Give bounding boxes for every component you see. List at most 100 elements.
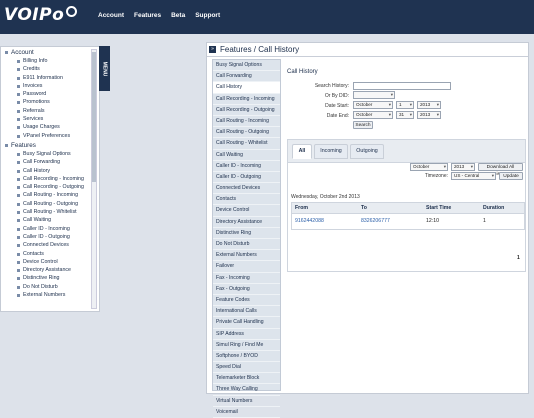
features-nav-item[interactable]: Call Recording - Outgoing	[213, 105, 280, 116]
features-nav-item[interactable]: Three Way Calling	[213, 384, 280, 396]
column-to[interactable]: To	[361, 205, 367, 211]
cell-from[interactable]: 9162442088	[295, 218, 324, 224]
date-caption: Wednesday, October 2nd 2013	[291, 194, 360, 200]
did-select[interactable]	[353, 91, 395, 99]
filter-month-select[interactable]: October	[410, 163, 448, 171]
features-nav-item[interactable]: Telemarketer Block	[213, 373, 280, 385]
features-nav-item[interactable]: Caller ID - Incoming	[213, 161, 280, 172]
features-nav-item[interactable]: Do Not Disturb	[213, 239, 280, 251]
sidebar-item[interactable]: E911 Information	[1, 74, 91, 82]
features-nav-item[interactable]: Voicemail	[213, 407, 280, 418]
sidebar-item[interactable]: Contacts	[1, 250, 91, 258]
sidebar-item[interactable]: Device Control	[1, 258, 91, 266]
features-nav-item[interactable]: Simul Ring / Find Me	[213, 340, 280, 351]
sidebar-scroll-thumb[interactable]	[92, 52, 96, 182]
features-nav-item[interactable]: Connected Devices	[213, 183, 280, 195]
sidebar-item[interactable]: Call Routing - Outgoing	[1, 200, 91, 208]
signal-icon	[66, 5, 78, 17]
features-nav-item[interactable]: Virtual Numbers	[213, 396, 280, 407]
features-nav-item[interactable]: Busy Signal Options	[213, 60, 280, 72]
sidebar-item[interactable]: Call Recording - Incoming	[1, 175, 91, 183]
sidebar-item[interactable]: Directory Assistance	[1, 266, 91, 274]
sidebar-item[interactable]: Caller ID - Outgoing	[1, 233, 91, 241]
column-start-time[interactable]: Start Time	[426, 205, 451, 211]
search-button[interactable]: Search	[353, 121, 373, 129]
features-nav-item[interactable]: Call Recording - Incoming	[213, 94, 280, 105]
features-nav-item[interactable]: International Calls	[213, 306, 280, 318]
date-start-day[interactable]: 1	[396, 101, 414, 109]
sidebar-item[interactable]: Credits	[1, 65, 91, 73]
column-from[interactable]: From	[295, 205, 308, 211]
features-nav-item[interactable]: Private Call Handling	[213, 317, 280, 329]
update-button[interactable]: Update	[499, 172, 523, 180]
date-end-month[interactable]: October	[353, 111, 393, 119]
date-end-day[interactable]: 31	[396, 111, 414, 119]
tab-outgoing[interactable]: Outgoing	[350, 144, 384, 159]
features-nav-item[interactable]: Fax - Outgoing	[213, 284, 280, 295]
sidebar-item[interactable]: Call Routing - Incoming	[1, 191, 91, 199]
sidebar-section-features[interactable]: Features	[5, 142, 91, 149]
sidebar-item[interactable]: Invoices	[1, 82, 91, 90]
date-end-label: Date End:	[326, 113, 349, 119]
sidebar-item[interactable]: VPanel Preferences	[1, 132, 91, 140]
sidebar-item[interactable]: Promotions	[1, 98, 91, 106]
cell-to[interactable]: 8326206777	[361, 218, 390, 224]
tab-all[interactable]: All	[292, 144, 312, 159]
sidebar-item[interactable]: Referrals	[1, 107, 91, 115]
sidebar-item[interactable]: Busy Signal Options	[1, 150, 91, 158]
page-number[interactable]: 1	[517, 255, 520, 261]
column-duration[interactable]: Duration	[483, 205, 504, 211]
sidebar-item[interactable]: Caller ID - Incoming	[1, 225, 91, 233]
topnav-beta[interactable]: Beta	[171, 12, 185, 19]
search-input[interactable]	[353, 82, 451, 90]
sidebar-item[interactable]: Call History	[1, 167, 91, 175]
sidebar-item[interactable]: Call Waiting	[1, 216, 91, 224]
call-history-tabs: All Incoming Outgoing	[287, 139, 526, 163]
features-nav-item[interactable]: Feature Codes	[213, 295, 280, 307]
voipo-logo[interactable]: VOIPo	[4, 4, 78, 26]
sidebar-item[interactable]: Call Forwarding	[1, 158, 91, 166]
features-nav-item[interactable]: Contacts	[213, 194, 280, 206]
features-nav-item[interactable]: Call History	[213, 82, 280, 94]
features-nav-item[interactable]: Call Routing - Whitelist	[213, 138, 280, 150]
cell-duration: 1	[483, 218, 486, 224]
features-nav-item[interactable]: Directory Assistance	[213, 217, 280, 228]
sidebar-item[interactable]: External Numbers	[1, 291, 91, 299]
features-nav-item[interactable]: External Numbers	[213, 250, 280, 262]
filter-year-select[interactable]: 2013	[451, 163, 475, 171]
menu-toggle-tab[interactable]: MENU	[99, 46, 110, 91]
features-nav-item[interactable]: Device Control	[213, 205, 280, 217]
sidebar-item[interactable]: Password	[1, 90, 91, 98]
date-end-year[interactable]: 2013	[417, 111, 441, 119]
sidebar-item[interactable]: Distinctive Ring	[1, 274, 91, 282]
sidebar-scrollbar[interactable]	[91, 49, 97, 309]
sidebar-item[interactable]: Billing Info	[1, 57, 91, 65]
features-nav-item[interactable]: Failover	[213, 261, 280, 273]
features-nav-item[interactable]: Call Routing - Outgoing	[213, 127, 280, 139]
topnav-account[interactable]: Account	[98, 12, 124, 19]
features-nav-item[interactable]: Fax - Incoming	[213, 273, 280, 284]
topnav-support[interactable]: Support	[195, 12, 220, 19]
sidebar-item[interactable]: Connected Devices	[1, 241, 91, 249]
features-nav-item[interactable]: Distinctive Ring	[213, 228, 280, 239]
sidebar-item[interactable]: Do Not Disturb	[1, 283, 91, 291]
sidebar-item[interactable]: Services	[1, 115, 91, 123]
date-start-month[interactable]: October	[353, 101, 393, 109]
features-nav-item[interactable]: Softphone / BYOD	[213, 351, 280, 363]
date-start-year[interactable]: 2013	[417, 101, 441, 109]
sidebar-section-account[interactable]: Account	[5, 49, 91, 56]
sidebar-item[interactable]: Call Routing - Whitelist	[1, 208, 91, 216]
features-nav-item[interactable]: Call Forwarding	[213, 71, 280, 83]
download-history-button[interactable]: Download All History	[478, 163, 523, 177]
features-nav-item[interactable]: Call Waiting	[213, 150, 280, 161]
sidebar-item[interactable]: Usage Charges	[1, 123, 91, 131]
features-nav-item[interactable]: SIP Address	[213, 329, 280, 340]
features-nav-item[interactable]: Call Routing - Incoming	[213, 116, 280, 128]
features-nav-item[interactable]: Caller ID - Outgoing	[213, 172, 280, 184]
sidebar-item[interactable]: Call Recording - Outgoing	[1, 183, 91, 191]
topnav-features[interactable]: Features	[134, 12, 161, 19]
features-nav-item[interactable]: Speed Dial	[213, 362, 280, 374]
sidebar-tree: Account Billing Info Credits E911 Informati…	[1, 47, 91, 299]
tab-incoming[interactable]: Incoming	[314, 144, 348, 159]
timezone-select[interactable]: US - Central	[451, 172, 496, 180]
